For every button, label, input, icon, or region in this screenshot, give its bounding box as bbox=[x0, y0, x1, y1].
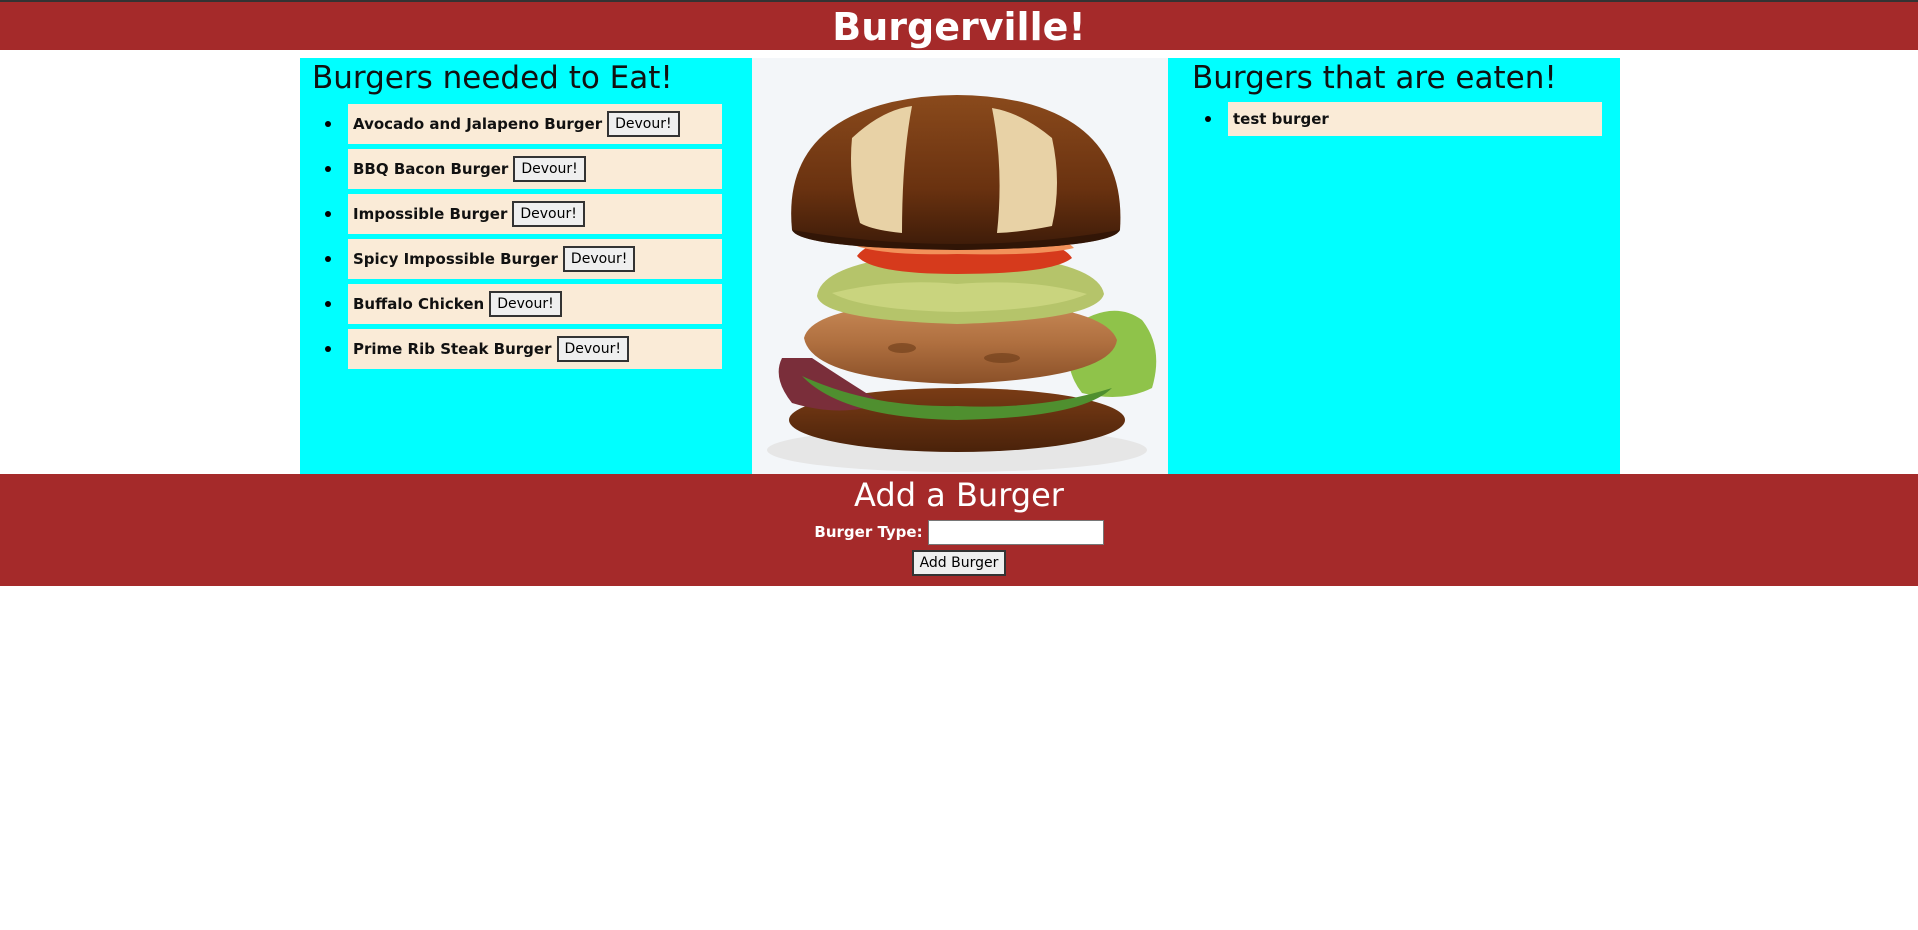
add-burger-button[interactable]: Add Burger bbox=[911, 550, 1007, 576]
uneaten-heading: Burgers needed to Eat! bbox=[312, 60, 673, 96]
burger-name: Prime Rib Steak Burger bbox=[353, 340, 552, 358]
site-title: Burgerville! bbox=[832, 5, 1086, 49]
burger-name: Spicy Impossible Burger bbox=[353, 250, 558, 268]
burger-photo bbox=[752, 58, 1168, 474]
devour-button[interactable]: Devour! bbox=[512, 201, 585, 227]
uneaten-item: Buffalo Chicken Devour! bbox=[325, 284, 722, 324]
uneaten-list: Avocado and Jalapeno Burger Devour! BBQ … bbox=[312, 104, 752, 369]
devour-button[interactable]: Devour! bbox=[607, 111, 680, 137]
eaten-heading: Burgers that are eaten! bbox=[1192, 60, 1557, 96]
site-header: Burgerville! bbox=[0, 2, 1918, 50]
add-burger-heading: Add a Burger bbox=[854, 476, 1064, 514]
add-burger-section: Add a Burger Burger Type: Add Burger bbox=[0, 474, 1918, 586]
uneaten-item: Avocado and Jalapeno Burger Devour! bbox=[325, 104, 722, 144]
burger-name: Avocado and Jalapeno Burger bbox=[353, 115, 603, 133]
burger-name: BBQ Bacon Burger bbox=[353, 160, 509, 178]
uneaten-item: Impossible Burger Devour! bbox=[325, 194, 722, 234]
burger-name: Impossible Burger bbox=[353, 205, 508, 223]
devour-button[interactable]: Devour! bbox=[562, 246, 636, 272]
uneaten-item: BBQ Bacon Burger Devour! bbox=[325, 149, 722, 189]
devour-button[interactable]: Devour! bbox=[489, 291, 562, 317]
uneaten-item: Spicy Impossible Burger Devour! bbox=[325, 239, 722, 279]
burger-type-label: Burger Type: bbox=[814, 523, 923, 541]
uneaten-item: Prime Rib Steak Burger Devour! bbox=[325, 329, 722, 369]
uneaten-panel: Burgers needed to Eat! Avocado and Jalap… bbox=[300, 58, 752, 474]
eaten-item: test burger bbox=[1205, 102, 1602, 136]
burger-name: test burger bbox=[1233, 110, 1329, 128]
burger-type-row: Burger Type: bbox=[0, 516, 1918, 548]
eaten-list: test burger bbox=[1192, 102, 1620, 136]
burger-type-input[interactable] bbox=[927, 519, 1104, 545]
content-row: Burgers needed to Eat! Avocado and Jalap… bbox=[0, 58, 1918, 474]
burger-illustration bbox=[752, 58, 1168, 474]
eaten-panel: Burgers that are eaten! test burger bbox=[1168, 58, 1620, 474]
devour-button[interactable]: Devour! bbox=[556, 336, 629, 362]
devour-button[interactable]: Devour! bbox=[513, 156, 586, 182]
burger-name: Buffalo Chicken bbox=[353, 295, 485, 313]
